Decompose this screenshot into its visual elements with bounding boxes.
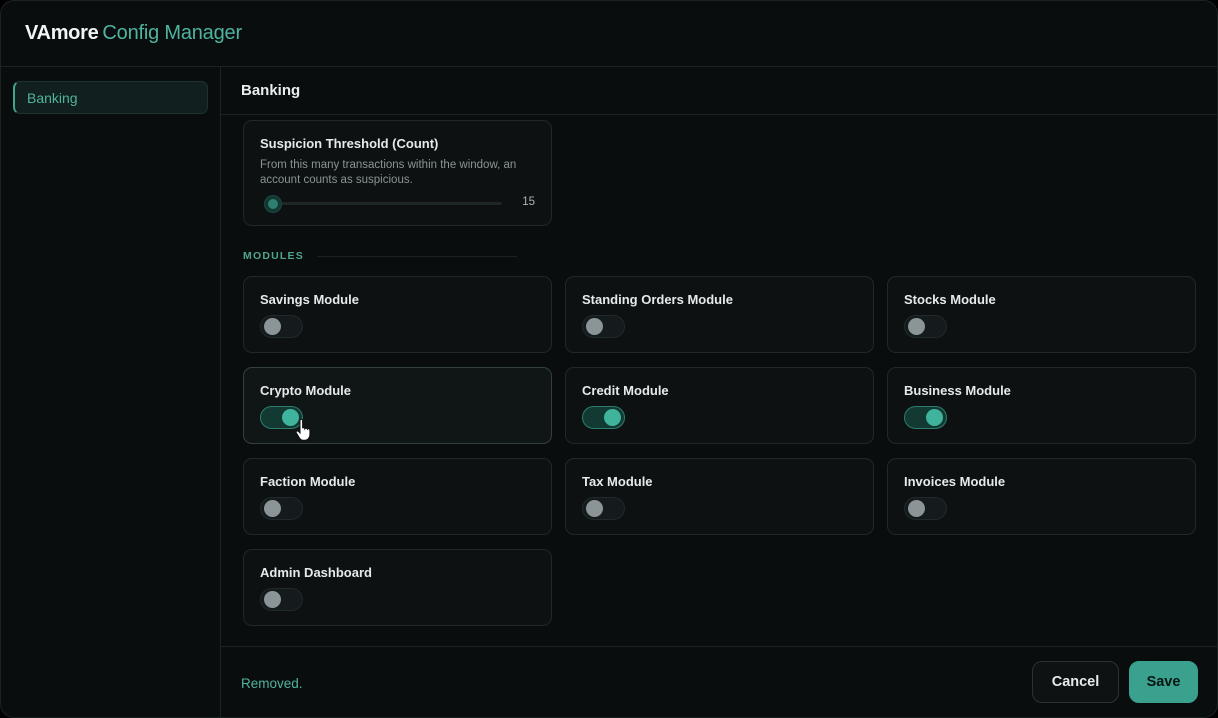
module-card: Invoices Module [887,458,1196,535]
threshold-description: From this many transactions within the w… [260,159,517,186]
module-toggle[interactable] [260,588,303,611]
module-card: Business Module [887,367,1196,444]
toggle-knob [586,500,603,517]
toggle-knob [908,318,925,335]
main-panel: Banking Suspicion Threshold (Count) From… [221,67,1217,717]
toggle-knob [264,318,281,335]
title-bar: VAmore Config Manager [1,1,1217,67]
module-label: Crypto Module [260,383,351,398]
save-button[interactable]: Save [1129,661,1198,703]
modules-section-label: MODULES [243,250,304,262]
module-toggle[interactable] [904,315,947,338]
module-toggle[interactable] [582,497,625,520]
toggle-knob [908,500,925,517]
footer: Removed. Cancel Save [221,646,1217,717]
module-card: Admin Dashboard [243,549,552,626]
sidebar-item-label: Banking [27,89,78,106]
module-toggle[interactable] [260,315,303,338]
module-label: Credit Module [582,383,669,398]
module-card: Tax Module [565,458,874,535]
module-card: Faction Module [243,458,552,535]
module-toggle[interactable] [260,497,303,520]
toggle-knob [604,409,621,426]
module-toggle[interactable] [904,497,947,520]
module-label: Stocks Module [904,292,996,307]
module-card: Standing Orders Module [565,276,874,353]
sidebar: Banking [1,67,221,717]
threshold-title: Suspicion Threshold (Count) [260,136,439,151]
module-label: Savings Module [260,292,359,307]
hand-pointer-icon [295,419,311,441]
module-card: Credit Module [565,367,874,444]
module-label: Faction Module [260,474,356,489]
config-window: VAmore Config Manager Banking Banking Su… [0,0,1218,718]
cancel-button[interactable]: Cancel [1032,661,1119,703]
module-card: Crypto Module [243,367,552,444]
suspicion-threshold-card: Suspicion Threshold (Count) From this ma… [243,120,552,226]
toggle-knob [926,409,943,426]
section-divider [317,256,517,257]
page-title: Banking [221,67,1217,115]
app-name: VAmore [25,22,99,44]
module-label: Business Module [904,383,1011,398]
toggle-knob [264,591,281,608]
toggle-knob [264,500,281,517]
toggle-knob [586,318,603,335]
threshold-slider-track[interactable] [272,202,502,205]
status-message: Removed. [241,676,303,691]
app-subtitle: Config Manager [102,22,242,44]
sidebar-item-banking[interactable]: Banking [13,81,208,114]
module-label: Standing Orders Module [582,292,733,307]
module-toggle[interactable] [582,315,625,338]
module-toggle[interactable] [582,406,625,429]
module-label: Admin Dashboard [260,565,372,580]
module-card: Stocks Module [887,276,1196,353]
module-label: Tax Module [582,474,653,489]
module-label: Invoices Module [904,474,1006,489]
module-card: Savings Module [243,276,552,353]
module-toggle[interactable] [904,406,947,429]
threshold-slider-handle[interactable] [265,196,281,212]
threshold-value: 15 [522,196,535,208]
